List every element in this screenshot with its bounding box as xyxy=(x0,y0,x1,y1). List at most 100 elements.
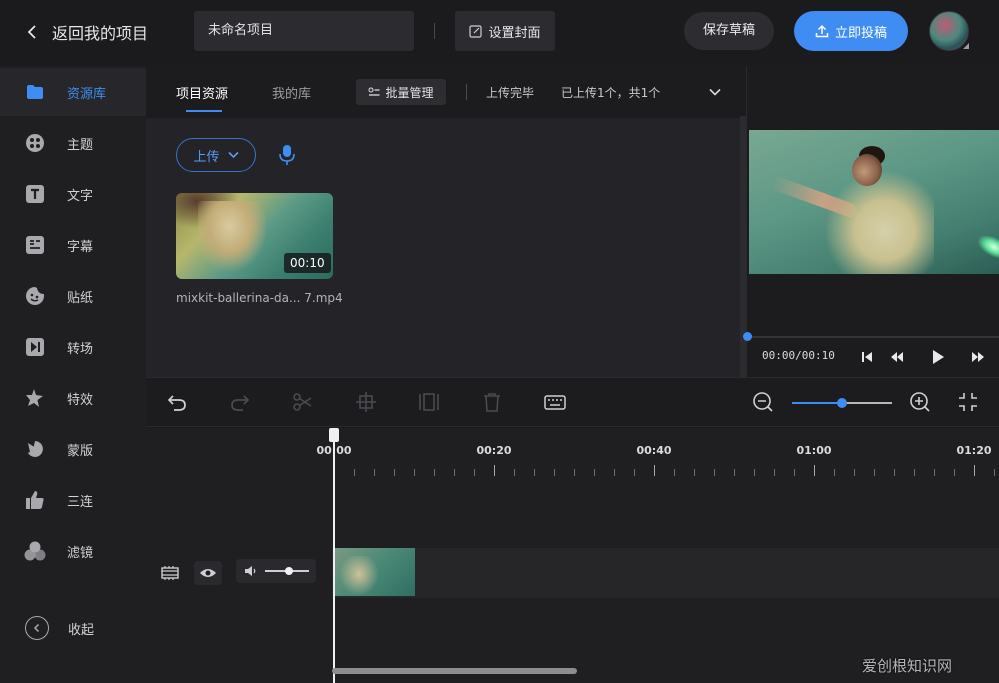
fast-forward-icon[interactable] xyxy=(971,350,985,364)
film-track-icon xyxy=(161,566,179,580)
ruler-tick xyxy=(814,465,815,476)
header-divider xyxy=(434,23,435,39)
back-to-projects-button[interactable]: 返回我的项目 xyxy=(26,20,148,44)
preview-body xyxy=(824,170,934,274)
ruler-tick xyxy=(554,469,555,476)
zoom-out-icon[interactable] xyxy=(752,391,774,413)
chevron-down-icon[interactable] xyxy=(708,85,722,99)
sidebar-item-label: 蒙版 xyxy=(67,443,94,459)
playback-progress-handle[interactable] xyxy=(743,332,752,341)
ruler-tick xyxy=(434,469,435,476)
undo-icon[interactable] xyxy=(166,391,188,413)
ruler-label: 01:00 xyxy=(796,444,832,457)
timeline-horizontal-scrollbar[interactable] xyxy=(332,668,577,674)
zoom-in-icon[interactable] xyxy=(909,391,931,413)
ruler-tick xyxy=(774,469,775,476)
edit-toolbar xyxy=(146,377,999,427)
sidebar-item-label: 字幕 xyxy=(67,239,94,255)
effects-star-icon xyxy=(24,387,46,409)
collapse-label: 收起 xyxy=(68,622,95,638)
ruler-tick xyxy=(854,469,855,476)
batch-manage-button[interactable]: 批量管理 xyxy=(356,79,446,105)
delete-trash-icon[interactable] xyxy=(481,391,503,413)
timeline-zoom-handle[interactable] xyxy=(837,398,847,408)
ruler-tick xyxy=(754,469,755,476)
timeline-ruler[interactable]: 00:0000:2000:4001:0001:20 xyxy=(316,428,999,478)
crop-move-icon[interactable] xyxy=(355,391,377,413)
microphone-icon[interactable] xyxy=(278,144,296,166)
text-t-icon xyxy=(24,183,46,205)
sidebar-item-effects[interactable]: 特效 xyxy=(0,374,146,422)
watermark-text: 爱创根知识网 xyxy=(862,657,953,675)
chevron-down-icon xyxy=(227,151,239,159)
ruler-tick xyxy=(914,469,915,476)
ruler-label: 01:20 xyxy=(956,444,992,457)
clip-frame xyxy=(339,556,379,596)
sidebar: 资源库 主题 文字 字幕 贴纸 转场 特效 蒙版 三连 滤镜 收起 xyxy=(0,66,146,683)
sidebar-item-subtitle[interactable]: 字幕 xyxy=(0,221,146,269)
split-scissors-icon[interactable] xyxy=(292,391,314,413)
ruler-tick xyxy=(454,469,455,476)
redo-icon[interactable] xyxy=(229,391,251,413)
playhead[interactable] xyxy=(333,438,335,683)
rewind-icon[interactable] xyxy=(890,350,904,364)
avatar-dropdown-icon[interactable] xyxy=(963,43,969,49)
set-cover-label: 设置封面 xyxy=(488,25,541,41)
track-visibility-button[interactable] xyxy=(194,561,222,585)
tab-project-resources[interactable]: 项目资源 xyxy=(176,83,228,102)
ruler-label: 00:40 xyxy=(636,444,672,457)
back-label: 返回我的项目 xyxy=(52,24,149,43)
freeze-frame-icon[interactable] xyxy=(418,391,440,413)
sidebar-item-label: 滤镜 xyxy=(67,545,94,561)
resource-panel: 项目资源 我的库 批量管理 上传完毕 已上传1个，共1个 上传 00:10 mi… xyxy=(146,66,746,377)
sidebar-item-text[interactable]: 文字 xyxy=(0,170,146,218)
volume-icon xyxy=(245,566,256,576)
track-settings-button[interactable] xyxy=(156,561,184,585)
playback-progress-track[interactable] xyxy=(747,336,999,338)
sidebar-item-label: 特效 xyxy=(67,392,94,408)
top-header: 返回我的项目 未命名项目 设置封面 保存草稿 立即投稿 xyxy=(0,0,999,66)
fit-timeline-icon[interactable] xyxy=(957,391,979,413)
upload-count: 已上传1个，共1个 xyxy=(561,86,661,100)
play-icon[interactable] xyxy=(931,349,945,365)
set-cover-button[interactable]: 设置封面 xyxy=(455,11,555,51)
save-draft-button[interactable]: 保存草稿 xyxy=(684,12,774,50)
sidebar-item-resources[interactable]: 资源库 xyxy=(0,68,146,116)
video-track[interactable] xyxy=(332,548,999,598)
keyboard-shortcuts-icon[interactable] xyxy=(544,391,566,413)
sidebar-item-mask[interactable]: 蒙版 xyxy=(0,425,146,473)
submit-button[interactable]: 立即投稿 xyxy=(794,11,908,51)
transition-icon xyxy=(24,336,46,358)
preview-head xyxy=(852,154,882,186)
ruler-tick xyxy=(514,469,515,476)
ruler-tick xyxy=(954,469,955,476)
sidebar-item-filter[interactable]: 滤镜 xyxy=(0,527,146,575)
upload-status: 上传完毕 xyxy=(486,86,535,100)
tab-my-library[interactable]: 我的库 xyxy=(272,83,311,102)
sidebar-item-sticker[interactable]: 贴纸 xyxy=(0,272,146,320)
upload-button[interactable]: 上传 xyxy=(176,138,256,172)
sidebar-item-label: 贴纸 xyxy=(67,290,94,306)
sidebar-collapse-button[interactable]: 收起 xyxy=(0,606,146,650)
filter-circles-icon xyxy=(24,540,46,562)
skip-to-start-icon[interactable] xyxy=(860,350,874,364)
tabs-divider xyxy=(466,84,467,100)
sidebar-item-theme[interactable]: 主题 xyxy=(0,119,146,167)
ruler-tick xyxy=(794,469,795,476)
sidebar-item-triple[interactable]: 三连 xyxy=(0,476,146,524)
timeline-clip[interactable] xyxy=(333,548,415,596)
sidebar-item-transition[interactable]: 转场 xyxy=(0,323,146,371)
timeline: 00:0000:2000:4001:0001:20 xyxy=(146,428,999,683)
preview-glow xyxy=(974,231,999,263)
media-clip-thumbnail[interactable]: 00:10 xyxy=(176,193,333,279)
sidebar-item-label: 三连 xyxy=(67,494,94,510)
ruler-tick xyxy=(974,465,975,476)
volume-slider-handle[interactable] xyxy=(285,567,293,575)
project-name-input[interactable]: 未命名项目 xyxy=(194,11,414,51)
track-volume-control[interactable] xyxy=(236,559,316,583)
ruler-tick xyxy=(694,469,695,476)
timecode: 00:00/00:10 xyxy=(762,349,835,362)
ruler-tick xyxy=(414,469,415,476)
mask-icon xyxy=(24,438,46,460)
resource-tabs: 项目资源 我的库 批量管理 上传完毕 已上传1个，共1个 xyxy=(146,66,746,118)
